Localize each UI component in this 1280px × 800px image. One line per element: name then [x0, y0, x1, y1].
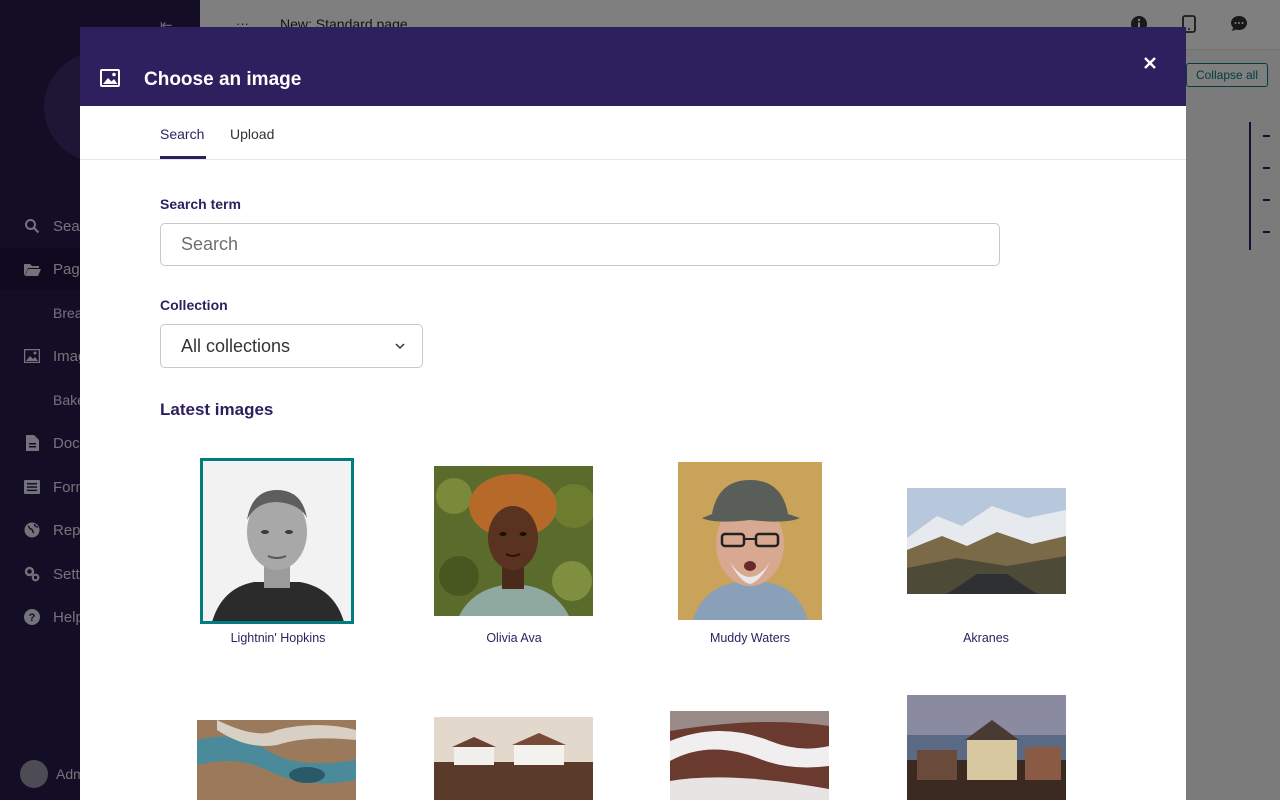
image-thumbnail-muddy-waters[interactable]: [678, 462, 822, 620]
search-input[interactable]: [160, 223, 1000, 266]
modal-header: Choose an image: [80, 27, 1186, 106]
image-title[interactable]: Muddy Waters: [632, 631, 868, 645]
image-thumbnail-lightnin-hopkins[interactable]: [200, 458, 354, 624]
latest-images-heading: Latest images: [160, 400, 274, 419]
image-title[interactable]: Olivia Ava: [396, 631, 632, 645]
image-thumbnail[interactable]: [670, 711, 829, 800]
collection-label: Collection: [160, 297, 228, 313]
tab-bar: Search Upload: [80, 106, 1186, 160]
active-tab-indicator: [160, 156, 206, 159]
search-term-label: Search term: [160, 196, 241, 212]
image-thumbnail-akranes[interactable]: [907, 488, 1066, 594]
image-chooser-modal: Choose an image Search Upload Search ter…: [80, 27, 1186, 800]
close-icon: [1144, 57, 1156, 69]
modal-title: Choose an image: [144, 69, 302, 90]
chevron-down-icon: [395, 343, 405, 350]
tab-search[interactable]: Search: [160, 126, 204, 142]
collection-select[interactable]: All collections: [160, 324, 423, 368]
image-icon: [100, 69, 120, 87]
image-title[interactable]: Lightnin' Hopkins: [160, 631, 396, 645]
collection-selected-value: All collections: [181, 335, 291, 356]
image-thumbnail-olivia-ava[interactable]: [434, 466, 593, 616]
tab-upload[interactable]: Upload: [230, 126, 274, 142]
close-button[interactable]: [1138, 51, 1162, 75]
image-thumbnail[interactable]: [907, 695, 1066, 800]
image-thumbnail[interactable]: [197, 720, 356, 800]
image-thumbnail[interactable]: [434, 717, 593, 800]
image-title[interactable]: Akranes: [868, 631, 1104, 645]
